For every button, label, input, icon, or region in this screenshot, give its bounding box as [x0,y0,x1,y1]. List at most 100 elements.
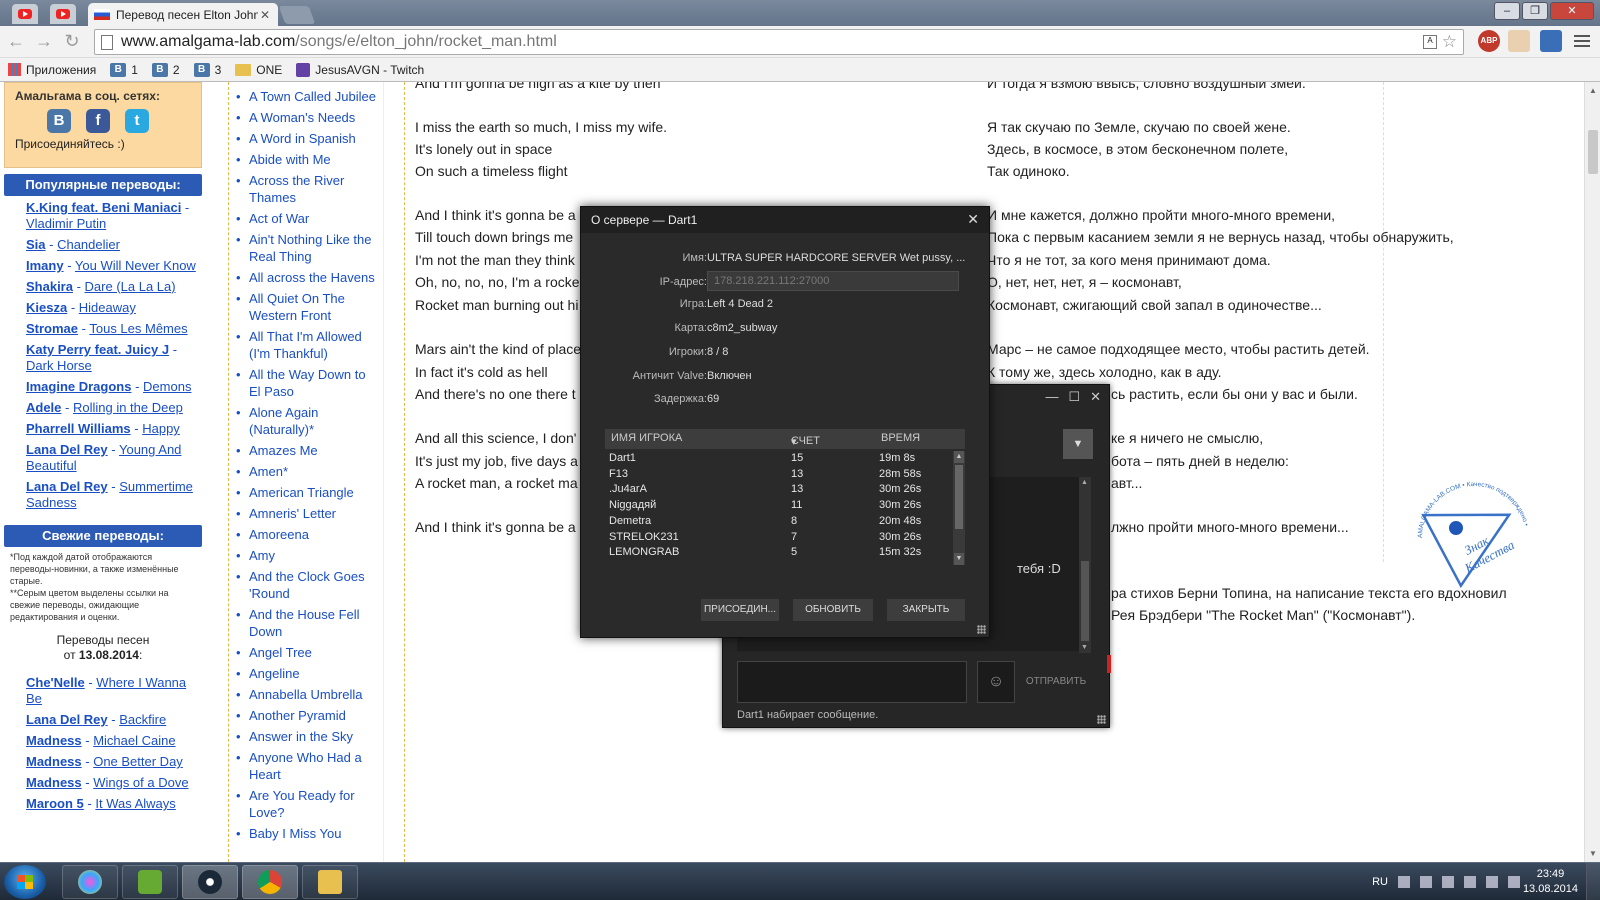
scroll-up-icon[interactable]: ▲ [1081,479,1089,486]
artist-link[interactable]: Lana Del Rey [26,712,108,727]
list-item[interactable]: K.King feat. Beni Maniaci - Vladimir Put… [26,200,202,232]
bookmark-vk-3[interactable]: В3 [193,62,221,77]
back-button[interactable]: ← [4,30,28,54]
clock[interactable]: 23:49 13.08.2014 [1523,867,1578,897]
artist-link[interactable]: Madness [26,754,82,769]
song-link[interactable]: A Town Called Jubilee [235,88,379,105]
song-link[interactable]: You Will Never Know [75,258,196,273]
scroll-up-icon[interactable]: ▲ [1589,86,1597,95]
maximize-button[interactable]: ❐ [1522,2,1548,20]
artist-link[interactable]: Pharrell Williams [26,421,131,436]
network-icon[interactable] [1508,876,1520,888]
emoticon-icon[interactable]: ☺ [977,661,1015,703]
volume-icon[interactable] [1486,876,1498,888]
resize-grip-icon[interactable] [977,625,986,634]
extension-play-icon[interactable] [1540,30,1562,52]
artist-link[interactable]: Madness [26,775,82,790]
list-item[interactable]: Pharrell Williams - Happy [26,421,202,437]
facebook-icon[interactable]: f [86,109,110,133]
tray-icon[interactable] [1420,876,1432,888]
artist-link[interactable]: Che'Nelle [26,675,85,690]
song-link[interactable]: Happy [142,421,180,436]
list-item[interactable]: Shakira - Dare (La La La) [26,279,202,295]
artist-link[interactable]: Shakira [26,279,73,294]
song-link[interactable]: All That I'm Allowed (I'm Thankful) [235,328,379,362]
artist-link[interactable]: Imagine Dragons [26,379,131,394]
bookmark-twitch[interactable]: JesusAVGN - Twitch [296,62,424,77]
list-item[interactable]: Sia - Chandelier [26,237,202,253]
artist-link[interactable]: Maroon 5 [26,796,84,811]
list-item[interactable]: Che'Nelle - Where I Wanna Be [26,675,202,707]
scroll-thumb[interactable] [1588,130,1598,174]
taskbar-steam[interactable] [182,865,238,899]
join-button[interactable]: ПРИСОЕДИН... [701,599,779,621]
artist-link[interactable]: Imany [26,258,64,273]
song-link[interactable]: A Word in Spanish [235,130,379,147]
list-item[interactable]: Lana Del Rey - Summertime Sadness [26,479,202,511]
player-row[interactable]: STRELOK231 7 30m 26s [605,530,953,546]
tab-youtube-1[interactable] [12,4,38,24]
player-row[interactable]: Niggадяй 11 30m 26s [605,498,953,514]
bookmark-apps[interactable]: Приложения [8,63,96,77]
show-desktop-button[interactable] [1586,863,1600,900]
maximize-icon[interactable]: ☐ [1068,389,1080,405]
taskbar-game[interactable] [122,865,178,899]
close-tab-icon[interactable]: ✕ [258,8,272,22]
list-item[interactable]: Imagine Dragons - Demons [26,379,202,395]
list-item[interactable]: Madness - One Better Day [26,754,202,770]
taskbar-chrome[interactable] [242,865,298,899]
bookmark-vk-2[interactable]: В2 [151,62,180,77]
tray-icon[interactable] [1398,876,1410,888]
artist-link[interactable]: Adele [26,400,61,415]
list-item[interactable]: Imany - You Will Never Know [26,258,202,274]
song-link[interactable]: All across the Havens [235,269,379,286]
artist-link[interactable]: Madness [26,733,82,748]
list-item[interactable]: Stromae - Tous Les Mêmes [26,321,202,337]
song-link[interactable]: Another Pyramid [235,707,379,724]
start-button[interactable] [4,865,46,899]
song-link[interactable]: Are You Ready for Love? [235,787,379,821]
song-link[interactable]: Dark Horse [26,358,92,373]
player-table-scrollbar[interactable]: ▲ ▼ [953,451,965,565]
tray-icon[interactable] [1442,876,1454,888]
close-icon[interactable]: ✕ [967,211,979,228]
list-item[interactable]: Madness - Michael Caine [26,733,202,749]
list-item[interactable]: Lana Del Rey - Young And Beautiful [26,442,202,474]
song-link[interactable]: Baby I Miss You [235,825,379,842]
song-link[interactable]: A Woman's Needs [235,109,379,126]
song-link[interactable]: Amy [235,547,379,564]
flag-icon[interactable] [1464,876,1476,888]
song-link[interactable]: Angeline [235,665,379,682]
song-link[interactable]: Ain't Nothing Like the Real Thing [235,231,379,265]
chat-input[interactable] [737,661,967,703]
song-link[interactable]: Annabella Umbrella [235,686,379,703]
minimize-button[interactable]: – [1494,2,1520,20]
close-window-button[interactable]: ✕ [1550,2,1594,20]
send-button[interactable]: ОТПРАВИТЬ [1021,661,1091,703]
song-link[interactable]: Amneris' Letter [235,505,379,522]
song-link[interactable]: Tous Les Mêmes [89,321,187,336]
song-link[interactable]: Angel Tree [235,644,379,661]
song-link[interactable]: Alone Again (Naturally)* [235,404,379,438]
song-link[interactable]: And the Clock Goes 'Round [235,568,379,602]
new-tab-button[interactable] [278,6,316,24]
scroll-thumb[interactable] [955,465,963,529]
song-link[interactable]: Anyone Who Had a Heart [235,749,379,783]
list-item[interactable]: Madness - Wings of a Dove [26,775,202,791]
taskbar-paint[interactable] [62,865,118,899]
song-link[interactable]: Demons [143,379,191,394]
player-row[interactable]: LEMONGRAB 5 15m 32s [605,545,953,561]
bookmark-star-icon[interactable]: ☆ [1442,32,1457,52]
list-item[interactable]: Kiesza - Hideaway [26,300,202,316]
song-link[interactable]: Amazes Me [235,442,379,459]
column-player[interactable]: ИМЯ ИГРОКА [611,432,682,444]
scroll-up-icon[interactable]: ▲ [954,451,964,463]
twitter-icon[interactable]: t [125,109,149,133]
song-link[interactable]: Answer in the Sky [235,728,379,745]
translate-icon[interactable]: A [1423,35,1437,49]
list-item[interactable]: Maroon 5 - It Was Always [26,796,202,812]
bookmark-folder-one[interactable]: ONE [235,63,282,77]
ip-address-field[interactable]: 178.218.221.112:27000 [707,271,959,291]
song-link[interactable]: One Better Day [93,754,183,769]
reload-button[interactable]: ↻ [60,30,84,54]
